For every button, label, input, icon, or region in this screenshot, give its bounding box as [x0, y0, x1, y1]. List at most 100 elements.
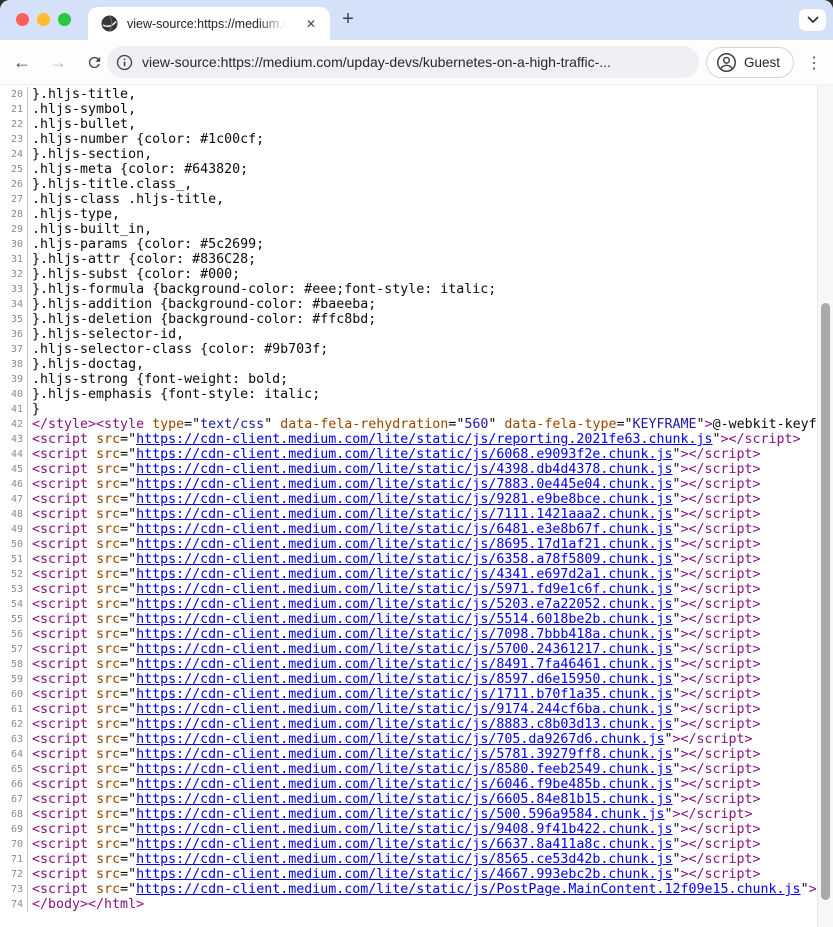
- script-src-link[interactable]: https://cdn-client.medium.com/lite/stati…: [136, 552, 672, 567]
- source-line: 49<script src="https://cdn-client.medium…: [0, 522, 833, 537]
- browser-tab[interactable]: view-source:https://medium.c ✕: [88, 7, 330, 40]
- scrollbar-track[interactable]: [817, 85, 833, 927]
- source-line: 23.hljs-number {color: #1c00cf;: [0, 132, 833, 147]
- token-text: .hljs-type,: [32, 207, 120, 222]
- code-text: }.hljs-selector-id,: [28, 327, 833, 342]
- token-attr: src: [96, 747, 120, 762]
- script-src-link[interactable]: https://cdn-client.medium.com/lite/stati…: [136, 672, 672, 687]
- token-attr: src: [96, 717, 120, 732]
- new-tab-button[interactable]: +: [336, 8, 360, 32]
- token-text: [88, 597, 96, 612]
- info-icon[interactable]: [116, 54, 133, 71]
- token-tag: ></script>: [681, 462, 761, 477]
- token-tag: ></script>: [681, 702, 761, 717]
- token-text: =": [120, 822, 136, 837]
- script-src-link[interactable]: https://cdn-client.medium.com/lite/stati…: [136, 852, 672, 867]
- script-src-link[interactable]: https://cdn-client.medium.com/lite/stati…: [136, 447, 672, 462]
- token-text: ": [672, 462, 680, 477]
- script-src-link[interactable]: https://cdn-client.medium.com/lite/stati…: [136, 717, 672, 732]
- token-text: =": [120, 777, 136, 792]
- code-text: }.hljs-title.class_,: [28, 177, 833, 192]
- token-text: =": [120, 627, 136, 642]
- token-text: ": [488, 417, 504, 432]
- script-src-link[interactable]: https://cdn-client.medium.com/lite/stati…: [136, 582, 672, 597]
- code-text: .hljs-number {color: #1c00cf;: [28, 132, 833, 147]
- script-src-link[interactable]: https://cdn-client.medium.com/lite/stati…: [136, 597, 672, 612]
- token-text: ": [672, 852, 680, 867]
- script-src-link[interactable]: https://cdn-client.medium.com/lite/stati…: [136, 882, 800, 897]
- token-attr: src: [96, 822, 120, 837]
- token-attr: type: [152, 417, 184, 432]
- script-src-link[interactable]: https://cdn-client.medium.com/lite/stati…: [136, 492, 672, 507]
- reload-button[interactable]: [80, 40, 108, 85]
- token-tag: ></script>: [681, 642, 761, 657]
- source-line: 40}.hljs-emphasis {font-style: italic;: [0, 387, 833, 402]
- script-src-link[interactable]: https://cdn-client.medium.com/lite/stati…: [136, 792, 672, 807]
- token-tag: ></script>: [681, 672, 761, 687]
- script-src-link[interactable]: https://cdn-client.medium.com/lite/stati…: [136, 837, 672, 852]
- script-src-link[interactable]: https://cdn-client.medium.com/lite/stati…: [136, 867, 672, 882]
- token-text: =": [120, 792, 136, 807]
- token-text: ": [801, 882, 809, 897]
- script-src-link[interactable]: https://cdn-client.medium.com/lite/stati…: [136, 822, 672, 837]
- script-src-link[interactable]: https://cdn-client.medium.com/lite/stati…: [136, 732, 664, 747]
- script-src-link[interactable]: https://cdn-client.medium.com/lite/stati…: [136, 567, 672, 582]
- token-text: @-webkit-keyfra: [713, 417, 833, 432]
- script-src-link[interactable]: https://cdn-client.medium.com/lite/stati…: [136, 762, 672, 777]
- script-src-link[interactable]: https://cdn-client.medium.com/lite/stati…: [136, 462, 672, 477]
- url-bar[interactable]: view-source:https://medium.com/upday-dev…: [107, 46, 699, 78]
- source-line: 47<script src="https://cdn-client.medium…: [0, 492, 833, 507]
- source-line: 48<script src="https://cdn-client.medium…: [0, 507, 833, 522]
- token-text: =": [120, 492, 136, 507]
- tab-list-button[interactable]: [799, 9, 826, 31]
- source-line: 67<script src="https://cdn-client.medium…: [0, 792, 833, 807]
- code-text: }.hljs-doctag,: [28, 357, 833, 372]
- token-text: }.hljs-deletion {background-color: #ffc8…: [32, 312, 376, 327]
- script-src-link[interactable]: https://cdn-client.medium.com/lite/stati…: [136, 777, 672, 792]
- window-zoom-button[interactable]: [58, 13, 71, 26]
- script-src-link[interactable]: https://cdn-client.medium.com/lite/stati…: [136, 657, 672, 672]
- token-tag: ></script>: [681, 537, 761, 552]
- line-number: 74: [0, 897, 28, 912]
- script-src-link[interactable]: https://cdn-client.medium.com/lite/stati…: [136, 702, 672, 717]
- chevron-down-icon: [807, 16, 819, 24]
- tab-close-icon[interactable]: ✕: [302, 15, 320, 33]
- guest-profile-button[interactable]: Guest: [706, 47, 794, 78]
- line-number: 67: [0, 792, 28, 807]
- scrollbar-thumb[interactable]: [821, 303, 830, 900]
- window-minimize-button[interactable]: [37, 13, 50, 26]
- window-close-button[interactable]: [16, 13, 29, 26]
- forward-button[interactable]: →: [44, 40, 72, 85]
- url-text[interactable]: view-source:https://medium.com/upday-dev…: [142, 54, 611, 70]
- token-text: [88, 582, 96, 597]
- token-attr: src: [96, 852, 120, 867]
- script-src-link[interactable]: https://cdn-client.medium.com/lite/stati…: [136, 507, 672, 522]
- token-tag: <script: [32, 642, 88, 657]
- line-number: 43: [0, 432, 28, 447]
- token-text: }.hljs-section,: [32, 147, 152, 162]
- script-src-link[interactable]: https://cdn-client.medium.com/lite/stati…: [136, 537, 672, 552]
- token-text: [88, 492, 96, 507]
- script-src-link[interactable]: https://cdn-client.medium.com/lite/stati…: [136, 477, 672, 492]
- script-src-link[interactable]: https://cdn-client.medium.com/lite/stati…: [136, 627, 672, 642]
- browser-menu-button[interactable]: ⋮: [802, 40, 826, 85]
- script-src-link[interactable]: https://cdn-client.medium.com/lite/stati…: [136, 522, 672, 537]
- token-text: =": [120, 732, 136, 747]
- script-src-link[interactable]: https://cdn-client.medium.com/lite/stati…: [136, 687, 672, 702]
- script-src-link[interactable]: https://cdn-client.medium.com/lite/stati…: [136, 612, 672, 627]
- script-src-link[interactable]: https://cdn-client.medium.com/lite/stati…: [136, 807, 664, 822]
- token-text: }.hljs-subst {color: #000;: [32, 267, 240, 282]
- token-tag: <script: [32, 522, 88, 537]
- code-text: .hljs-bullet,: [28, 117, 833, 132]
- back-button[interactable]: ←: [8, 40, 36, 85]
- token-text: }.hljs-formula {background-color: #eee;f…: [32, 282, 496, 297]
- code-text: <script src="https://cdn-client.medium.c…: [28, 852, 833, 867]
- token-text: =": [120, 522, 136, 537]
- script-src-link[interactable]: https://cdn-client.medium.com/lite/stati…: [136, 747, 672, 762]
- line-number: 28: [0, 207, 28, 222]
- script-src-link[interactable]: https://cdn-client.medium.com/lite/stati…: [136, 432, 712, 447]
- guest-label: Guest: [744, 55, 780, 70]
- line-number: 56: [0, 627, 28, 642]
- script-src-link[interactable]: https://cdn-client.medium.com/lite/stati…: [136, 642, 672, 657]
- code-text: <script src="https://cdn-client.medium.c…: [28, 672, 833, 687]
